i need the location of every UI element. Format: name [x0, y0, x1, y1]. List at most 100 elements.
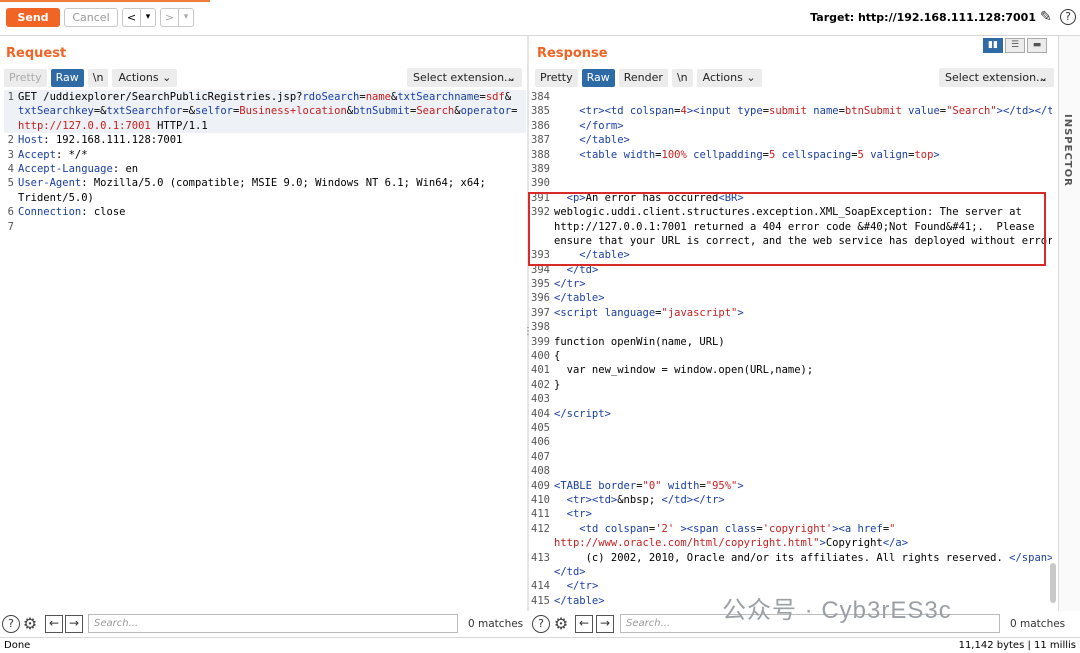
- search-prev-arrow-icon[interactable]: ←: [575, 615, 593, 633]
- code-text: function openWin(name, URL): [554, 335, 725, 348]
- code-text: Accept-Language: en: [18, 162, 139, 175]
- code-line: 386 </form>: [530, 119, 1052, 133]
- response-scrollbar[interactable]: [1050, 563, 1056, 603]
- inspector-panel[interactable]: INSPECTOR: [1058, 36, 1080, 611]
- request-editor[interactable]: 1 GET /uddiexplorer/SearchPublicRegistrie…: [4, 90, 526, 610]
- code-line: 408: [530, 464, 1052, 478]
- response-select-extension[interactable]: Select extension... ⌄: [939, 68, 1054, 87]
- code-line: http://www.oracle.com/html/copyright.htm…: [530, 536, 1052, 550]
- search-next-arrow-icon[interactable]: →: [65, 615, 83, 633]
- back-button[interactable]: <: [123, 9, 141, 26]
- code-line: txtSearchkey=&txtSearchfor=&selfor=Busin…: [4, 104, 526, 119]
- back-nav-group[interactable]: < ▾: [122, 8, 156, 27]
- gear-icon[interactable]: ⚙: [20, 614, 40, 634]
- forward-nav-group[interactable]: > ▾: [160, 8, 194, 27]
- line-number: 5: [7, 177, 14, 190]
- code-line: 390: [530, 176, 1052, 190]
- line-number: 415: [531, 594, 550, 607]
- forward-button[interactable]: >: [161, 9, 179, 26]
- line-number: 412: [531, 522, 550, 535]
- request-tabs: Pretty Raw \n Actions ⌄: [4, 68, 178, 88]
- request-search-input[interactable]: Search...: [88, 614, 458, 633]
- response-tab-newline[interactable]: \n: [671, 69, 693, 87]
- search-prev-arrow-icon[interactable]: ←: [45, 615, 63, 633]
- code-line: 409 <TABLE border="0" width="95%">: [530, 479, 1052, 493]
- line-number: 1: [7, 91, 14, 103]
- response-tab-pretty[interactable]: Pretty: [535, 69, 578, 87]
- code-text: <table width=100% cellpadding=5 cellspac…: [579, 148, 940, 161]
- layout-top-bottom-icon[interactable]: ☰: [1005, 38, 1025, 53]
- response-tab-raw[interactable]: Raw: [581, 69, 615, 87]
- response-actions-menu[interactable]: Actions ⌄: [696, 69, 762, 87]
- code-line: 396 </table>: [530, 291, 1052, 305]
- forward-dropdown-icon[interactable]: ▾: [179, 9, 193, 26]
- back-dropdown-icon[interactable]: ▾: [141, 9, 155, 26]
- line-number: 388: [531, 148, 550, 161]
- request-title: Request: [6, 46, 67, 61]
- response-tabs: Pretty Raw Render \n Actions ⌄: [535, 68, 762, 88]
- search-next-arrow-icon[interactable]: →: [596, 615, 614, 633]
- line-number: 386: [531, 119, 550, 132]
- code-text: GET /uddiexplorer/SearchPublicRegistries…: [18, 91, 512, 103]
- response-tab-render[interactable]: Render: [618, 69, 668, 87]
- code-text: </td>: [554, 565, 586, 578]
- chevron-down-icon: ⌄: [506, 71, 516, 84]
- line-number: 400: [531, 350, 550, 363]
- layout-side-by-side-icon[interactable]: ▮▮: [983, 38, 1003, 53]
- code-text: Host: 192.168.111.128:7001: [18, 134, 183, 147]
- code-text: Connection: close: [18, 206, 126, 219]
- code-line: 385 <tr><td colspan=4><input type=submit…: [530, 104, 1052, 118]
- code-text: <TABLE border="0" width="95%">: [554, 479, 744, 492]
- layout-tabs-icon[interactable]: ▬: [1027, 38, 1047, 53]
- line-number: 397: [531, 306, 550, 319]
- code-text: (c) 2002, 2010, Oracle and/or its affili…: [554, 551, 1052, 564]
- response-editor[interactable]: 384 385 <tr><td colspan=4><input type=sub…: [530, 90, 1052, 610]
- help-icon[interactable]: ?: [1060, 9, 1076, 25]
- request-tab-pretty[interactable]: Pretty: [4, 69, 47, 87]
- chevron-down-icon: ⌄: [162, 71, 172, 84]
- line-number: 410: [531, 493, 550, 506]
- code-line: </td>: [530, 565, 1052, 579]
- code-text: <tr>: [566, 508, 592, 521]
- code-text: http://www.oracle.com/html/copyright.htm…: [554, 537, 909, 550]
- code-line: 387 </table>: [530, 133, 1052, 147]
- code-line: 407: [530, 450, 1052, 464]
- inspector-label: INSPECTOR: [1062, 114, 1073, 187]
- request-select-extension[interactable]: Select extension... ⌄: [407, 68, 522, 87]
- code-line: 405: [530, 421, 1052, 435]
- gear-icon[interactable]: ⚙: [551, 614, 571, 634]
- code-line: 4 Accept-Language: en: [4, 162, 526, 176]
- watermark-text: 公众号 · Cyb3rES3c: [722, 597, 952, 624]
- code-text: User-Agent: Mozilla/5.0 (compatible; MSI…: [18, 177, 486, 190]
- edit-target-pencil-icon[interactable]: ✎: [1040, 9, 1056, 25]
- line-number: 390: [531, 177, 550, 190]
- help-icon[interactable]: ?: [2, 615, 20, 633]
- code-line: 395 </tr>: [530, 277, 1052, 291]
- line-number: 401: [531, 364, 550, 377]
- code-line: 402}: [530, 378, 1052, 392]
- code-line: 5 User-Agent: Mozilla/5.0 (compatible; MS…: [4, 176, 526, 190]
- status-bar: Done 11,142 bytes | 11 millis: [0, 637, 1080, 653]
- code-text: </form>: [579, 119, 624, 132]
- code-line: 1 GET /uddiexplorer/SearchPublicRegistrie…: [4, 90, 526, 105]
- code-line: 7: [4, 220, 526, 234]
- send-button[interactable]: Send: [6, 8, 60, 27]
- pane-divider[interactable]: [527, 36, 529, 611]
- line-number: 396: [531, 292, 550, 305]
- cancel-button[interactable]: Cancel: [64, 8, 118, 27]
- code-line: 3 Accept: */*: [4, 148, 526, 162]
- code-text: }: [554, 378, 561, 391]
- code-line: 2 Host: 192.168.111.128:7001: [4, 133, 526, 147]
- highlight-box: [528, 192, 1046, 266]
- line-number: 7: [7, 220, 14, 233]
- help-icon[interactable]: ?: [532, 615, 550, 633]
- code-text: <tr><td colspan=4><input type=submit nam…: [579, 105, 1052, 118]
- status-right: 11,142 bytes | 11 millis: [958, 640, 1076, 651]
- request-tab-newline[interactable]: \n: [87, 69, 109, 87]
- line-number: 403: [531, 393, 550, 406]
- request-tab-raw[interactable]: Raw: [50, 69, 84, 87]
- code-text: var new_window = window.open(URL,name);: [554, 364, 814, 377]
- line-number: 399: [531, 335, 550, 348]
- code-text: <td colspan='2' ><span class='copyright'…: [579, 522, 896, 535]
- request-actions-menu[interactable]: Actions ⌄: [112, 69, 178, 87]
